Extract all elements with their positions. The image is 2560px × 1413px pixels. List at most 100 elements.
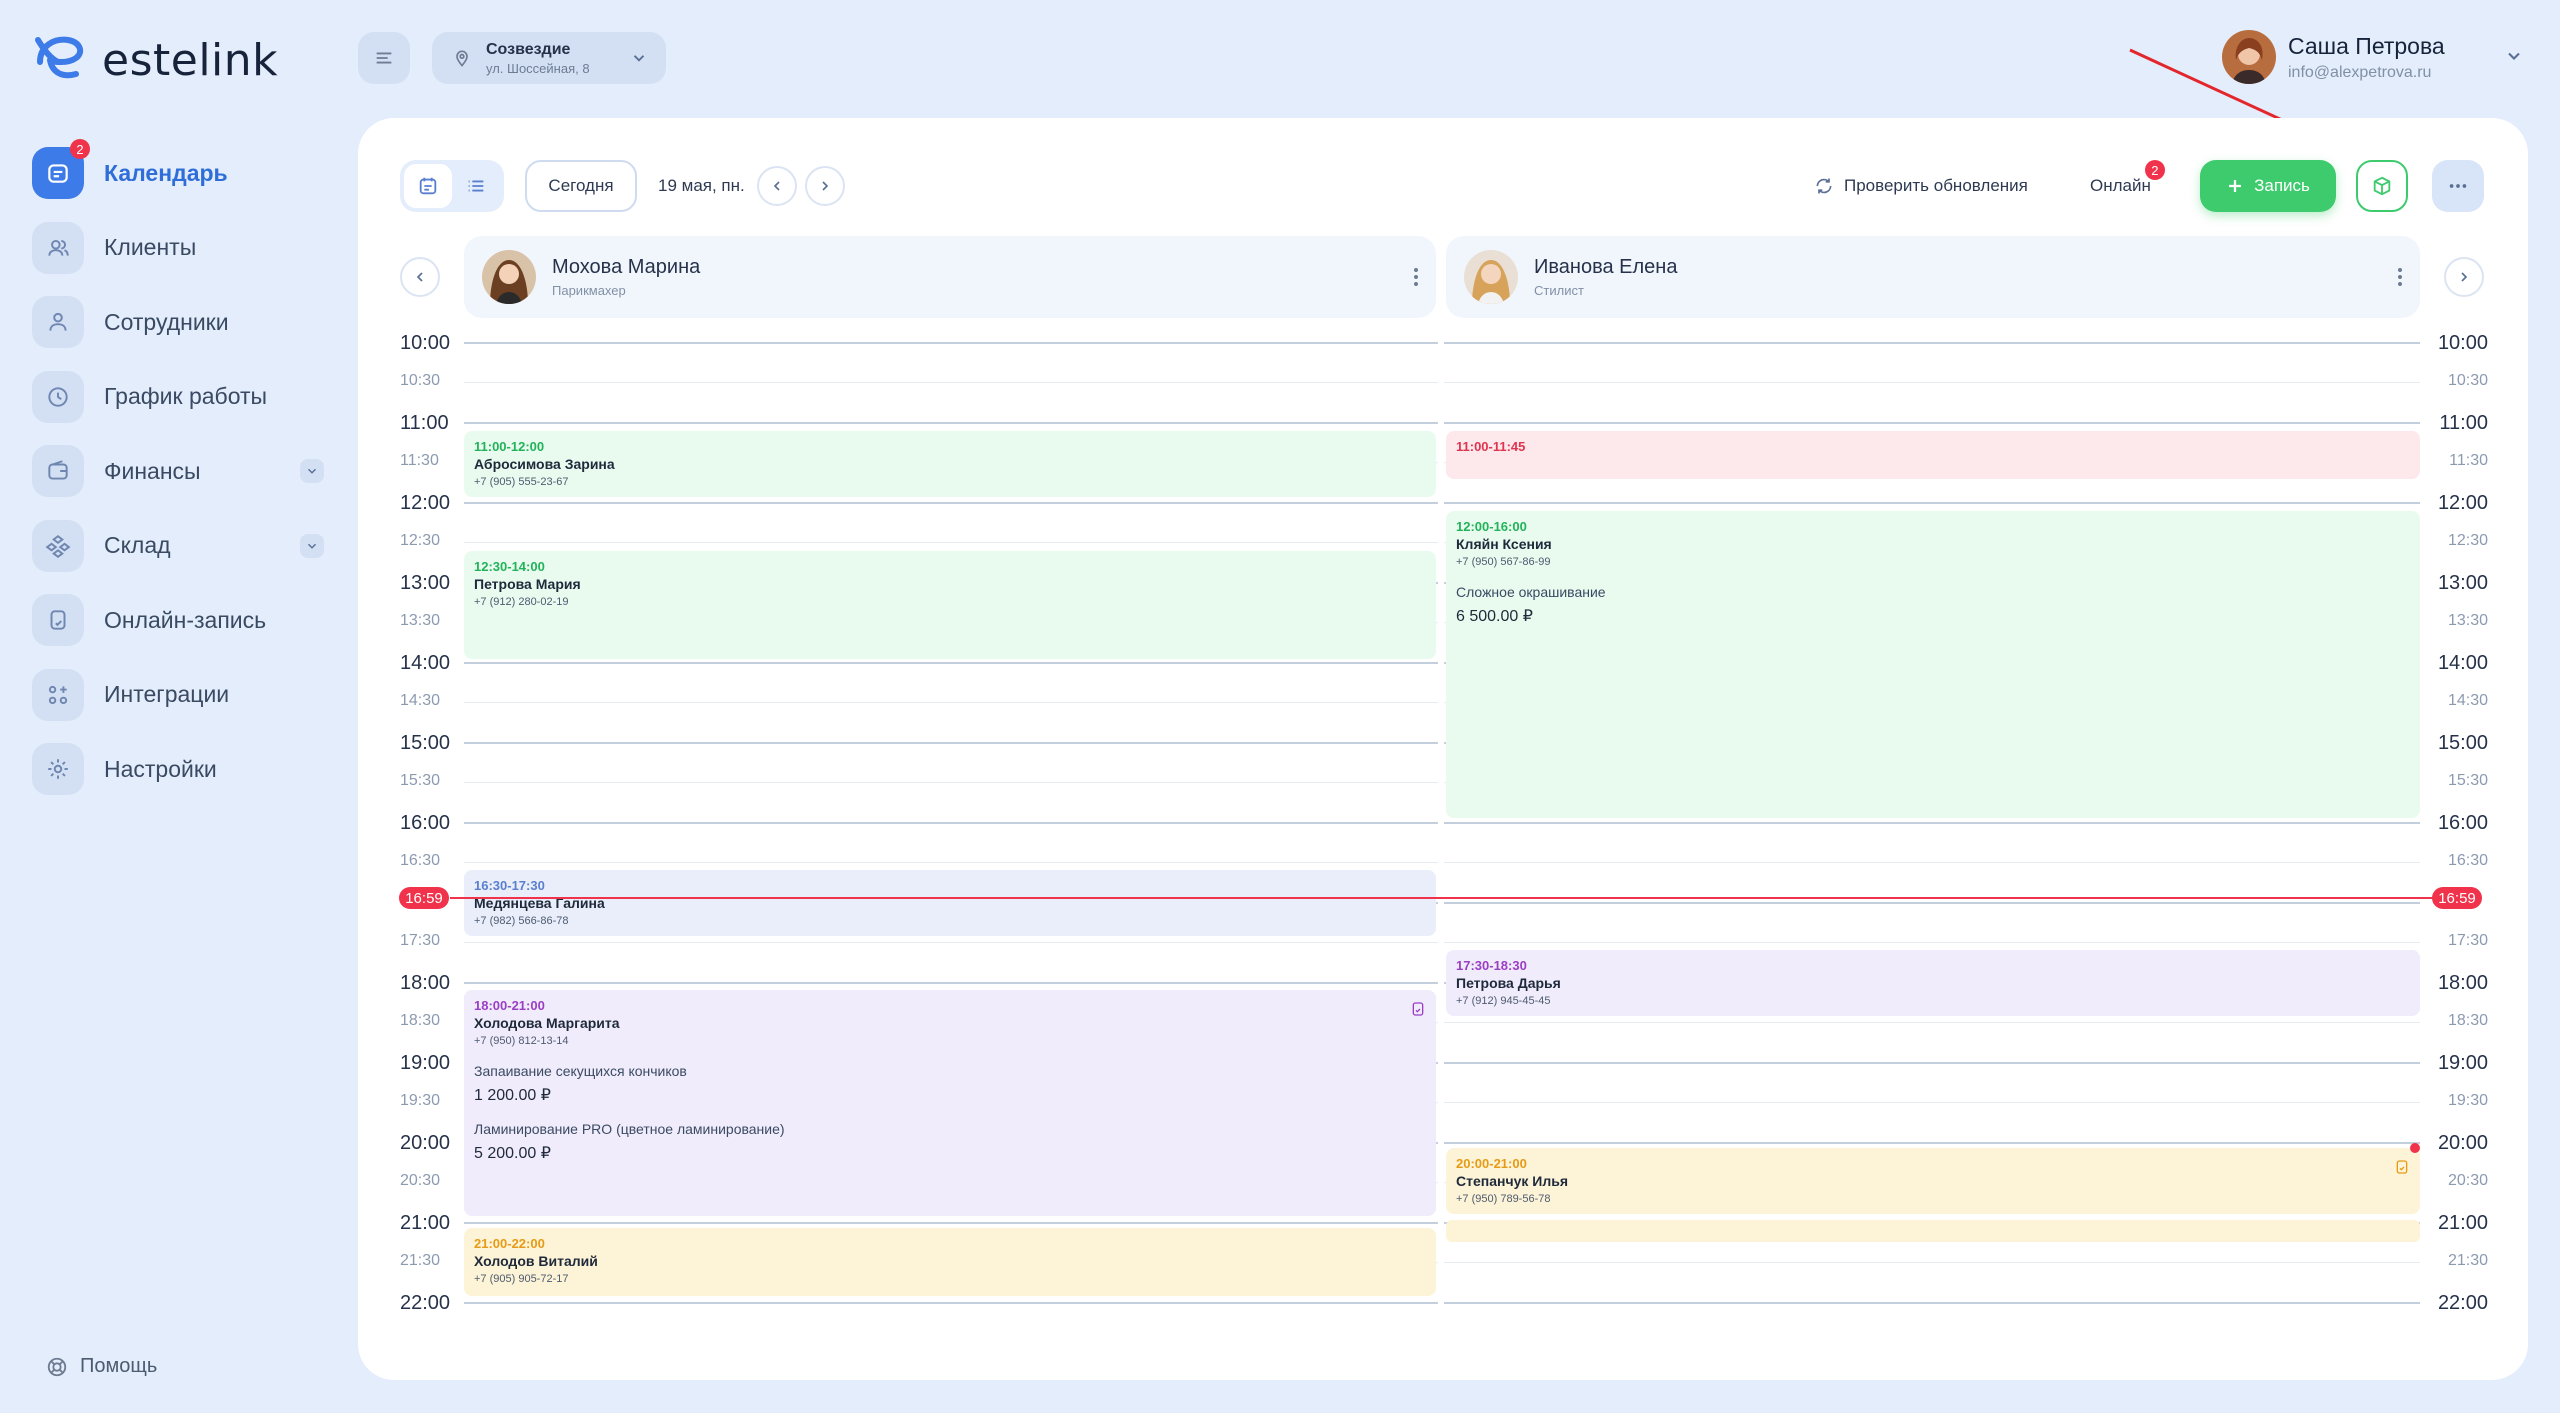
- time-label-right: 16:00: [2437, 812, 2488, 834]
- appointment-card[interactable]: 21:00-22:00 Холодов Виталий +7 (905) 905…: [464, 1228, 1436, 1296]
- time-label-left: 16:30: [400, 852, 441, 869]
- chevron-right-icon: [822, 181, 828, 191]
- appointment-card[interactable]: 11:00-11:45: [1446, 431, 2420, 479]
- user-menu-chevron[interactable]: [2504, 46, 2524, 71]
- sidebar-item-settings[interactable]: Настройки: [32, 732, 332, 807]
- appointment-card[interactable]: 12:30-14:00 Петрова Мария +7 (912) 280-0…: [464, 551, 1436, 659]
- calendar-icon: [419, 177, 437, 195]
- time-label-right: 14:30: [2447, 692, 2488, 709]
- sidebar-item-warehouse[interactable]: Склад: [32, 509, 332, 584]
- help-icon: [47, 1357, 67, 1376]
- next-staff-button[interactable]: [2444, 257, 2484, 297]
- appointment-card[interactable]: 11:00-12:00 Абросимова Зарина +7 (905) 5…: [464, 431, 1436, 497]
- time-label-right: 10:00: [2437, 332, 2488, 354]
- appointment-time: 20:00-21:00: [1456, 1156, 1527, 1171]
- staff-role: Стилист: [1534, 283, 1584, 298]
- sidebar-item-label: Склад: [104, 532, 171, 559]
- today-button[interactable]: Сегодня: [525, 160, 637, 212]
- current-time-badge-left: 16:59: [399, 887, 449, 909]
- time-label-left: 11:30: [400, 452, 439, 469]
- box-button[interactable]: [2356, 160, 2408, 212]
- avatar: [482, 250, 536, 304]
- calendar-view-button[interactable]: [404, 164, 452, 208]
- time-label-right: 20:30: [2447, 1172, 2488, 1189]
- sidebar-item-clients[interactable]: Клиенты: [32, 211, 332, 286]
- check-updates-button[interactable]: Проверить обновления: [1814, 160, 2028, 212]
- client-phone: +7 (950) 812-13-14: [474, 1035, 569, 1047]
- sidebar-item-calendar[interactable]: 2 Календарь: [32, 136, 332, 211]
- chevron-left-icon: [416, 272, 423, 282]
- current-date: 19 мая, пн.: [658, 176, 745, 195]
- location-select[interactable]: Созвездие ул. Шоссейная, 8: [432, 32, 666, 84]
- appointment-card[interactable]: [1446, 1220, 2420, 1242]
- chevron-down-icon[interactable]: [300, 459, 324, 483]
- clients-icon: [32, 221, 84, 274]
- client-name: Степанчук Илья: [1456, 1173, 1568, 1189]
- time-label-right: 19:00: [2437, 1052, 2488, 1074]
- time-label-left: 17:30: [400, 932, 441, 949]
- staff-menu-icon[interactable]: [2398, 268, 2402, 286]
- appointment-card[interactable]: 18:00-21:00 Холодова Маргарита +7 (950) …: [464, 990, 1436, 1216]
- staff-header-2: Иванова Елена Стилист: [1446, 236, 2420, 318]
- service-price: 6 500.00 ₽: [1456, 608, 1533, 625]
- prev-staff-button[interactable]: [400, 257, 440, 297]
- client-phone: +7 (982) 566-86-78: [474, 915, 569, 927]
- clock-icon: [32, 370, 84, 423]
- wallet-icon: [32, 445, 84, 498]
- time-label-left: 20:00: [400, 1132, 451, 1154]
- gear-icon: [32, 743, 84, 796]
- current-time-badge-right: 16:59: [2432, 887, 2482, 909]
- staff-menu-icon[interactable]: [1414, 268, 1418, 286]
- time-label-right: 18:30: [2447, 1012, 2488, 1029]
- service-price: 1 200.00 ₽: [474, 1087, 551, 1104]
- appointment-card[interactable]: 20:00-21:00 Степанчук Илья +7 (950) 789-…: [1446, 1148, 2420, 1214]
- help-link[interactable]: Помощь: [46, 1355, 157, 1378]
- logo[interactable]: estelink: [32, 28, 278, 92]
- calendar-badge: 2: [70, 139, 90, 160]
- appointment-time: 12:00-16:00: [1456, 519, 1527, 534]
- logo-text: estelink: [102, 34, 279, 86]
- time-label-right: 21:00: [2437, 1212, 2488, 1234]
- sidebar-item-label: Клиенты: [104, 234, 197, 261]
- appointment-time: 11:00-11:45: [1456, 439, 1526, 454]
- prev-day-button[interactable]: [756, 166, 797, 206]
- time-label-right: 16:30: [2447, 852, 2488, 869]
- appointment-time: 12:30-14:00: [474, 559, 545, 574]
- view-switcher: [400, 160, 504, 212]
- online-booking-icon: [1412, 1002, 1424, 1016]
- logo-icon: [35, 36, 84, 79]
- sidebar-item-online-booking[interactable]: Онлайн-запись: [32, 583, 332, 658]
- next-day-button[interactable]: [804, 166, 845, 206]
- online-label: Онлайн: [2090, 176, 2151, 195]
- client-name: Петрова Мария: [474, 576, 581, 592]
- appointment-card[interactable]: 17:30-18:30 Петрова Дарья +7 (912) 945-4…: [1446, 950, 2420, 1016]
- sidebar-item-schedule[interactable]: График работы: [32, 360, 332, 435]
- time-label-left: 12:00: [400, 492, 451, 514]
- time-label-right: 22:00: [2437, 1292, 2488, 1314]
- more-button[interactable]: [2432, 160, 2484, 212]
- add-appointment-button[interactable]: Запись: [2200, 160, 2336, 212]
- sidebar-item-integrations[interactable]: Интеграции: [32, 658, 332, 733]
- sidebar-item-employees[interactable]: Сотрудники: [32, 285, 332, 360]
- menu-toggle-button[interactable]: [358, 32, 410, 84]
- client-name: Холодова Маргарита: [474, 1015, 620, 1031]
- appointment-card[interactable]: 16:30-17:30 Медянцева Галина +7 (982) 56…: [464, 870, 1436, 936]
- time-label-left: 16:00: [400, 812, 451, 834]
- staff-name: Иванова Елена: [1534, 256, 1678, 278]
- sidebar-item-finance[interactable]: Финансы: [32, 434, 332, 509]
- online-button[interactable]: Онлайн 2: [2090, 160, 2165, 212]
- chevron-down-icon[interactable]: [300, 533, 324, 558]
- location-name: Созвездие: [486, 40, 571, 58]
- client-phone: +7 (905) 905-72-17: [474, 1273, 569, 1285]
- date-nav: 19 мая, пн.: [658, 160, 845, 212]
- sidebar-item-label: График работы: [104, 383, 268, 410]
- client-phone: +7 (950) 567-86-99: [1456, 556, 1551, 568]
- appointment-time: 21:00-22:00: [474, 1236, 545, 1251]
- chevron-right-icon: [2461, 272, 2468, 282]
- client-phone: +7 (912) 280-02-19: [474, 596, 569, 608]
- appointment-card[interactable]: 12:00-16:00 Кляйн Ксения +7 (950) 567-86…: [1446, 511, 2420, 818]
- list-view-button[interactable]: [452, 164, 500, 208]
- notification-dot: [2410, 1143, 2420, 1153]
- online-booking-icon: [32, 594, 84, 647]
- add-label: Запись: [2254, 176, 2310, 195]
